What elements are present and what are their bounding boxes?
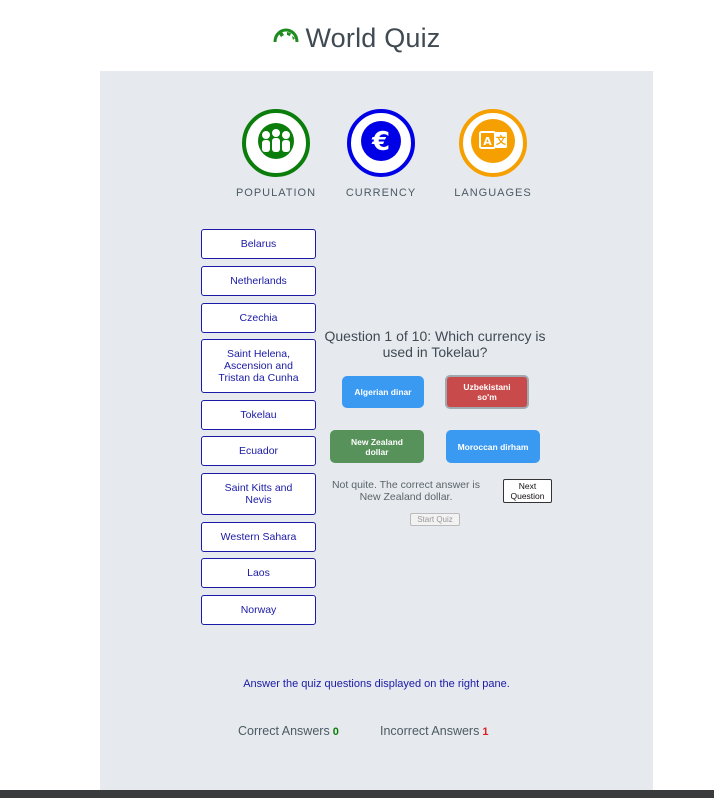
incorrect-label: Incorrect Answers: [380, 724, 480, 738]
country-button[interactable]: Norway: [201, 595, 316, 625]
euro-icon: €: [359, 119, 403, 168]
svg-text:€: €: [371, 127, 390, 157]
country-button[interactable]: Czechia: [201, 303, 316, 333]
svg-text:A: A: [483, 135, 492, 148]
category-population[interactable]: POPULATION: [221, 109, 331, 199]
globe-icon: [273, 27, 299, 49]
answer-button[interactable]: Moroccan dirham: [446, 430, 540, 463]
correct-score: Correct Answers 0: [238, 724, 339, 738]
category-languages[interactable]: A 文 LANGUAGES: [438, 109, 548, 199]
app-title: World Quiz: [305, 22, 441, 53]
bottom-bar: [0, 790, 714, 798]
incorrect-count: 1: [482, 726, 489, 738]
country-button[interactable]: Tokelau: [201, 400, 316, 430]
population-circle[interactable]: [242, 109, 310, 177]
incorrect-score: Incorrect Answers 1: [380, 724, 488, 738]
currency-circle[interactable]: €: [347, 109, 415, 177]
country-button[interactable]: Ecuador: [201, 436, 316, 466]
correct-count: 0: [332, 726, 339, 738]
category-label-population: POPULATION: [235, 187, 317, 199]
category-label-languages: LANGUAGES: [454, 187, 532, 199]
country-button[interactable]: Laos: [201, 558, 316, 588]
country-button[interactable]: Western Sahara: [201, 522, 316, 552]
feedback-text: Not quite. The correct answer is New Zea…: [331, 479, 481, 503]
country-button[interactable]: Belarus: [201, 229, 316, 259]
answer-button-correct[interactable]: New Zealand dollar: [330, 430, 424, 463]
people-icon: [252, 121, 300, 166]
correct-label: Correct Answers: [238, 724, 330, 738]
question-text: Question 1 of 10: Which currency is used…: [324, 328, 546, 360]
country-button[interactable]: Saint Helena, Ascension and Tristan da C…: [201, 339, 316, 393]
category-currency[interactable]: € CURRENCY: [326, 109, 436, 199]
translate-icon: A 文: [469, 117, 517, 170]
quiz-panel: POPULATION € CURRENCY A 文 LANGUAGES Bela…: [100, 71, 653, 798]
category-label-currency: CURRENCY: [345, 187, 417, 199]
answer-button[interactable]: Algerian dinar: [342, 376, 424, 408]
country-button[interactable]: Netherlands: [201, 266, 316, 296]
logo: World Quiz: [273, 23, 440, 54]
next-question-button[interactable]: Next Question: [503, 479, 552, 503]
country-button[interactable]: Saint Kitts and Nevis: [201, 473, 316, 515]
svg-text:文: 文: [496, 134, 507, 147]
start-quiz-button[interactable]: Start Quiz: [410, 513, 460, 526]
answer-button-wrong[interactable]: Uzbekistani so'm: [445, 375, 529, 409]
instructions-text: Answer the quiz questions displayed on t…: [243, 678, 510, 690]
app-header: World Quiz: [0, 18, 714, 58]
languages-circle[interactable]: A 文: [459, 109, 527, 177]
